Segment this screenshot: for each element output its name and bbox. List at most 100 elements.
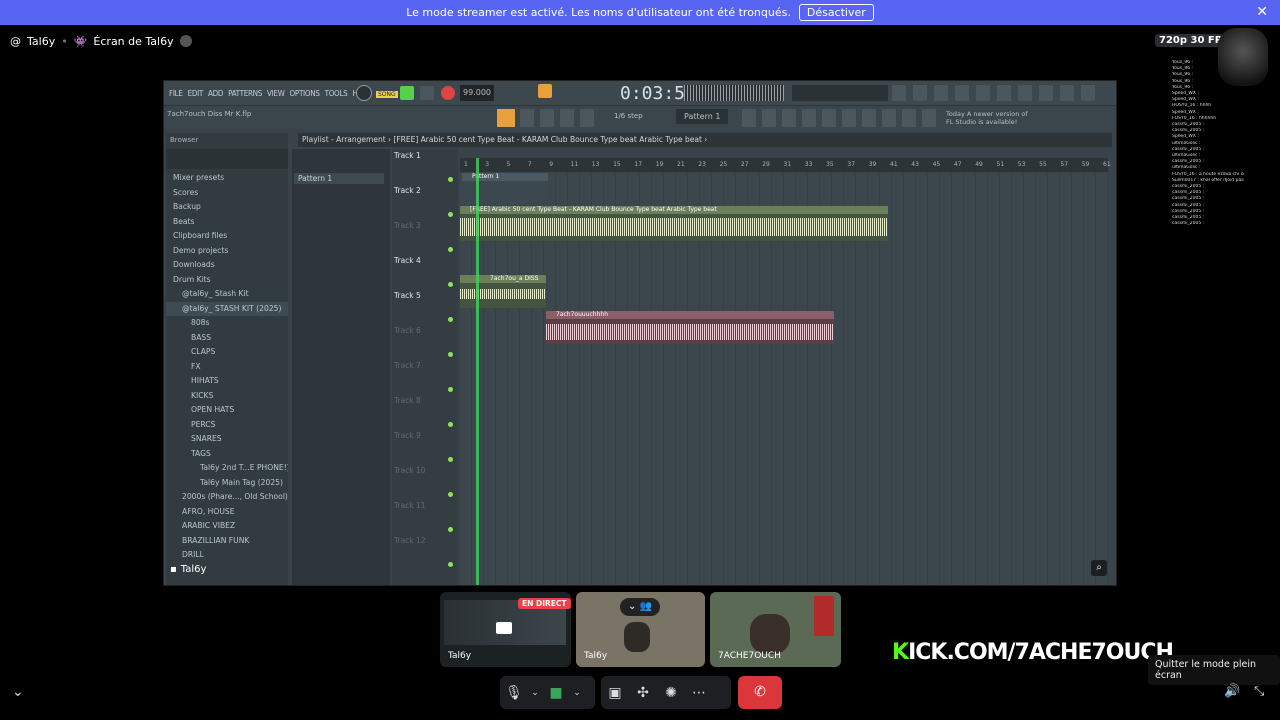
browser-item[interactable]: Demo projects	[166, 244, 288, 259]
browser-item[interactable]: SNARES	[166, 432, 288, 447]
browser-item[interactable]: Downloads	[166, 258, 288, 273]
pattern-mode-button[interactable]	[538, 84, 552, 98]
track-enable-icon[interactable]	[448, 317, 453, 322]
volume-icon[interactable]: 🔊	[1224, 684, 1240, 699]
browser-item[interactable]: Drum Kits	[166, 273, 288, 288]
track-enable-icon[interactable]	[448, 527, 453, 532]
snap-select[interactable]: 1/6 step	[614, 112, 643, 120]
screen-share-button-icon[interactable]: ▣	[601, 685, 629, 701]
tile-overlay-controls[interactable]: ⌄ 👥	[620, 598, 660, 616]
pattern-select[interactable]: Pattern 1	[676, 109, 729, 124]
stop-button[interactable]	[420, 86, 434, 100]
soundboard-icon[interactable]: ✺	[657, 685, 685, 701]
track-enable-icon[interactable]	[448, 352, 453, 357]
exit-fullscreen-icon[interactable]: ⤡	[1254, 684, 1264, 699]
browser-item[interactable]: Backup	[166, 200, 288, 215]
track-label[interactable]: Track 8	[394, 396, 421, 405]
track-enable-icon[interactable]	[448, 247, 453, 252]
fl-menu-item[interactable]: OPTIONS	[290, 89, 320, 98]
track-enable-icon[interactable]	[448, 282, 453, 287]
mic-options-chevron-icon[interactable]: ⌄	[528, 688, 542, 698]
metronome-icon[interactable]	[356, 85, 372, 101]
browser-item[interactable]: CLAPS	[166, 345, 288, 360]
track-enable-icon[interactable]	[448, 387, 453, 392]
fl-menu-item[interactable]: FILE	[169, 89, 183, 98]
fl-menu-item[interactable]: TOOLS	[325, 89, 348, 98]
track-enable-icon[interactable]	[448, 212, 453, 217]
leave-call-button[interactable]: ✆	[738, 676, 782, 709]
zoom-icon[interactable]: ⌕	[1091, 560, 1107, 576]
track-label[interactable]: Track 12	[394, 536, 426, 545]
browser-item[interactable]: ARABIC VIBEZ	[166, 519, 288, 534]
clip-vocal-audio[interactable]: 7ach7ouuuchhhh	[546, 311, 834, 344]
track-label[interactable]: Track 5	[394, 291, 421, 300]
browser-item[interactable]: TAGS	[166, 447, 288, 462]
browser-item[interactable]: 808s	[166, 316, 288, 331]
tempo-display[interactable]: 99.000	[460, 85, 494, 101]
chevron-down-icon[interactable]: ⌄	[12, 684, 24, 700]
disable-streamer-mode-button[interactable]: Désactiver	[798, 4, 874, 21]
participant-tile-camera[interactable]: ⌄ 👥 Tal6y	[576, 592, 705, 667]
browser-item[interactable]: HIHATS	[166, 374, 288, 389]
fl-menu-item[interactable]: EDIT	[188, 89, 204, 98]
browser-item[interactable]: Mixer presets	[166, 171, 288, 186]
track-enable-icon[interactable]	[448, 422, 453, 427]
browser-item[interactable]: Clipboard files	[166, 229, 288, 244]
track-label[interactable]: Track 9	[394, 431, 421, 440]
track-label[interactable]: Track 11	[394, 501, 426, 510]
track-label[interactable]: Track 1	[394, 151, 421, 160]
clip-diss-audio[interactable]: 7ach7ou_a DISS	[460, 275, 546, 308]
browser-item[interactable]: PERCS	[166, 418, 288, 433]
song-mode-toggle[interactable]: SONG	[376, 91, 398, 98]
track-enable-icon[interactable]	[448, 457, 453, 462]
track-label[interactable]: Track 10	[394, 466, 426, 475]
more-options-icon[interactable]: ⋯	[685, 685, 713, 701]
clip-beat-audio[interactable]: [FREE] Arabic 50 cent Type Beat - KARAM …	[460, 206, 888, 241]
activities-icon[interactable]: ✣	[629, 685, 657, 701]
track-enable-icon[interactable]	[448, 492, 453, 497]
browser-item[interactable]: BRAZILLIAN FUNK	[166, 534, 288, 549]
record-button[interactable]	[441, 86, 455, 100]
timeline-ruler[interactable]: 1 3 5 7 9 11 13 15 17 19 21 23 25 27 29 31 33 35 37 39 41 43 4…	[460, 158, 1111, 172]
browser-item[interactable]: @tal6y_ Stash Kit	[166, 287, 288, 302]
close-icon[interactable]: ✕	[1256, 4, 1268, 20]
browser-item[interactable]: Scores	[166, 186, 288, 201]
participant-tile-screen[interactable]: EN DIRECT Tal6y	[440, 592, 571, 667]
browser-item[interactable]: 2000s (Phare..., Old School)	[166, 490, 288, 505]
track-enable-icon[interactable]	[448, 177, 453, 182]
browser-item[interactable]: FX	[166, 360, 288, 375]
track-label[interactable]: Track 4	[394, 256, 421, 265]
browser-item[interactable]: Beats	[166, 215, 288, 230]
browser-toolbar[interactable]	[166, 149, 288, 169]
toolbar-icons[interactable]	[892, 85, 1102, 101]
clip-pattern-1[interactable]: Pattern 1	[462, 173, 548, 203]
browser-item[interactable]: @tal6y_ STASH KIT (2025)	[166, 301, 288, 316]
participant-tile-camera-2[interactable]: 7ACHE7OUCH	[710, 592, 841, 667]
microphone-icon[interactable]: 🎙	[500, 685, 528, 701]
update-notice[interactable]: Today A newer version of FL Studio is av…	[946, 110, 1036, 126]
track-label[interactable]: Track 2	[394, 186, 421, 195]
camera-icon[interactable]: ■	[542, 685, 570, 701]
browser-item[interactable]: DRILL	[166, 548, 288, 563]
tool-icons[interactable]	[742, 109, 942, 127]
track-label[interactable]: Track 7	[394, 361, 421, 370]
play-button[interactable]	[400, 86, 414, 100]
fl-menu-item[interactable]: ADD	[208, 89, 223, 98]
browser-item[interactable]: KICKS	[166, 389, 288, 404]
browser-item[interactable]: BASS	[166, 331, 288, 346]
browser-item[interactable]: AFRO, HOUSE	[166, 505, 288, 520]
user-name[interactable]: Tal6y	[27, 35, 55, 48]
track-enable-icon[interactable]	[448, 562, 453, 567]
fl-menu-item[interactable]: VIEW	[267, 89, 285, 98]
playhead[interactable]	[476, 158, 479, 585]
camera-options-chevron-icon[interactable]: ⌄	[570, 688, 584, 698]
playlist-button[interactable]	[497, 109, 515, 127]
browser-item[interactable]: OPEN HATS	[166, 403, 288, 418]
track-label[interactable]: Track 6	[394, 326, 421, 335]
window-buttons[interactable]	[520, 109, 600, 127]
fl-menu-item[interactable]: PATTERNS	[228, 89, 262, 98]
browser-item[interactable]: Tal6y Main Tag (2025)	[166, 476, 288, 491]
pattern-item[interactable]: Pattern 1	[294, 173, 384, 184]
browser-item[interactable]: Tal6y 2nd T...E PHONE!)	[166, 461, 288, 476]
track-label[interactable]: Track 3	[394, 221, 421, 230]
